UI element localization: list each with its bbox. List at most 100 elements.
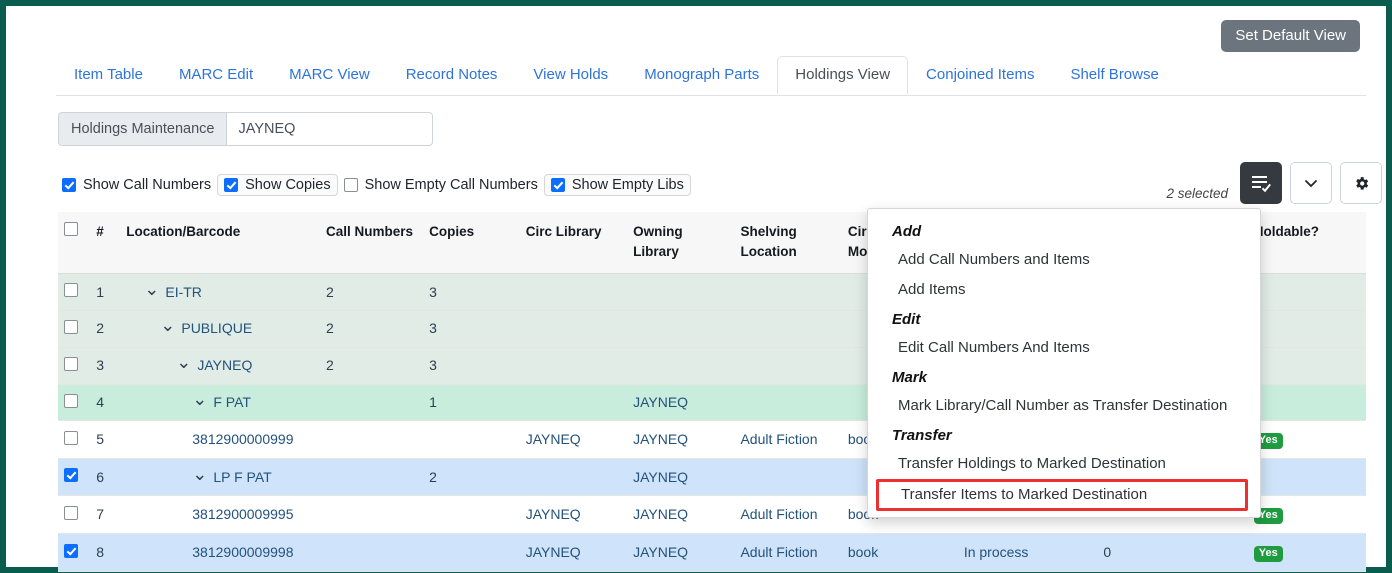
row-number: 3 — [90, 347, 121, 385]
extra-status-cell: In process — [957, 533, 1098, 573]
checkbox-icon[interactable] — [224, 178, 239, 192]
menu-item-transfer-items-to-marked-destination[interactable]: Transfer Items to Marked Destination — [876, 479, 1248, 511]
row-checkbox[interactable] — [64, 430, 78, 445]
tab-bar: Item Table MARC Edit MARC View Record Notes… — [56, 56, 1366, 96]
copies-cell — [423, 495, 520, 535]
chevron-down-icon[interactable]: ⌄ — [160, 316, 175, 334]
holdings-search-input[interactable] — [226, 112, 434, 146]
filter-show-empty-libs[interactable]: Show Empty Libs — [543, 174, 691, 196]
location-barcode-text: 3812900009998 — [192, 544, 294, 561]
tab-monograph-parts[interactable]: Monograph Parts — [626, 56, 777, 94]
column-header: Copies — [423, 212, 520, 275]
list-check-icon — [1252, 176, 1271, 193]
location-barcode-cell[interactable]: 3812900000999 — [120, 420, 320, 460]
location-barcode-cell[interactable]: ⌄ LP F PAT — [120, 458, 320, 497]
row-checkbox[interactable] — [64, 319, 78, 334]
chevron-down-icon[interactable]: ⌄ — [144, 280, 159, 298]
filter-label: Show Empty Call Numbers — [364, 177, 538, 193]
tab-shelf-browse[interactable]: Shelf Browse — [1052, 56, 1176, 94]
shelving-location-cell — [734, 347, 842, 385]
owning-library-cell — [627, 273, 735, 311]
shelving-location-cell — [734, 458, 842, 497]
holdings-maintenance-label: Holdings Maintenance — [58, 112, 227, 146]
set-default-view-button[interactable]: Set Default View — [1221, 20, 1360, 52]
row-checkbox[interactable] — [64, 283, 78, 298]
tab-holdings-view[interactable]: Holdings View — [777, 56, 909, 94]
actions-dropdown-toggle[interactable] — [1290, 162, 1332, 204]
menu-item-add-call-numbers-and-items[interactable]: Add Call Numbers and Items — [868, 245, 1260, 275]
chevron-down-icon — [1305, 180, 1317, 188]
location-barcode-text: F PAT — [213, 394, 251, 411]
tab-marc-view[interactable]: MARC View — [271, 56, 388, 94]
filter-label: Show Copies — [245, 177, 331, 193]
circ-library-cell — [519, 310, 628, 348]
row-number: 7 — [90, 495, 121, 535]
copies-cell: 3 — [423, 347, 520, 385]
shelving-location-cell — [734, 273, 842, 311]
row-checkbox[interactable] — [64, 356, 78, 371]
location-barcode-cell[interactable]: ⌄ EI-TR — [120, 273, 320, 311]
menu-group-heading: Add — [892, 223, 922, 240]
menu-item-mark-library-call-number-as-transfer-destination[interactable]: Mark Library/Call Number as Transfer Des… — [868, 391, 1260, 421]
tab-conjoined-items[interactable]: Conjoined Items — [908, 56, 1052, 94]
location-barcode-cell[interactable]: ⌄ PUBLIQUE — [120, 310, 320, 348]
select-all-checkbox[interactable] — [64, 222, 78, 236]
holdable-badge: Yes — [1253, 546, 1283, 563]
call-numbers-cell — [320, 495, 424, 535]
table-row[interactable]: 8 3812900009998 JAYNEQ JAYNEQ Adult Fiction b… — [58, 533, 1366, 573]
row-checkbox[interactable] — [64, 505, 78, 520]
shelving-location-cell: Adult Fiction — [734, 495, 842, 535]
checkbox-icon[interactable] — [550, 178, 565, 192]
menu-item-transfer-holdings-to-marked-destination[interactable]: Transfer Holdings to Marked Destination — [868, 449, 1260, 479]
call-numbers-cell — [320, 420, 424, 460]
chevron-down-icon[interactable]: ⌄ — [192, 465, 207, 483]
tab-view-holds[interactable]: View Holds — [515, 56, 626, 94]
holdable-cell: Yes — [1247, 420, 1366, 460]
column-header: Location/Barcode — [120, 212, 320, 275]
copies-cell: 3 — [423, 273, 520, 311]
holdable-cell — [1247, 384, 1366, 422]
actions-dropdown-menu[interactable]: Add Add Call Numbers and Items Add Items Ed… — [867, 208, 1261, 518]
column-header: Holdable? — [1247, 212, 1366, 275]
menu-item-add-items[interactable]: Add Items — [868, 275, 1260, 305]
owning-library-cell — [627, 310, 735, 348]
filter-show-copies[interactable]: Show Copies — [217, 174, 338, 196]
owning-library-cell: JAYNEQ — [627, 458, 735, 497]
menu-item-edit-call-numbers-and-items[interactable]: Edit Call Numbers And Items — [868, 333, 1260, 363]
tab-record-notes[interactable]: Record Notes — [388, 56, 516, 94]
chevron-down-icon[interactable]: ⌄ — [176, 353, 191, 371]
filter-show-empty-call-numbers[interactable]: Show Empty Call Numbers — [340, 175, 542, 195]
holdable-cell — [1247, 273, 1366, 311]
holdable-cell — [1247, 458, 1366, 497]
checkbox-icon[interactable] — [343, 178, 358, 192]
chevron-down-icon[interactable]: ⌄ — [192, 390, 207, 408]
row-checkbox[interactable] — [64, 393, 78, 408]
column-header: # — [90, 212, 121, 275]
row-number: 5 — [90, 420, 121, 460]
location-barcode-text: JAYNEQ — [197, 357, 253, 374]
location-barcode-cell[interactable]: ⌄ F PAT — [120, 384, 320, 422]
circ-library-cell: JAYNEQ — [519, 420, 628, 460]
tab-item-table[interactable]: Item Table — [56, 56, 161, 94]
filter-show-call-numbers[interactable]: Show Call Numbers — [58, 175, 215, 195]
actions-menu-button[interactable] — [1240, 162, 1282, 204]
owning-library-cell: JAYNEQ — [627, 495, 735, 535]
tab-marc-edit[interactable]: MARC Edit — [161, 56, 271, 94]
checkbox-icon[interactable] — [62, 178, 76, 192]
row-select-cell — [58, 458, 91, 497]
row-checkbox[interactable] — [64, 468, 78, 483]
circulation-modifier-cell: book — [841, 533, 958, 573]
location-barcode-cell[interactable]: 3812900009998 — [120, 533, 320, 573]
column-header: Circ Library — [519, 212, 628, 275]
location-barcode-cell[interactable]: ⌄ JAYNEQ — [120, 347, 320, 385]
row-number: 1 — [90, 273, 121, 311]
row-select-cell — [58, 310, 91, 348]
row-checkbox[interactable] — [64, 543, 78, 558]
circ-library-cell: JAYNEQ — [519, 533, 628, 573]
copies-cell — [423, 533, 520, 573]
gear-icon — [1355, 176, 1368, 190]
column-header: Owning Library — [627, 212, 735, 275]
location-barcode-cell[interactable]: 3812900009995 — [120, 495, 320, 535]
column-settings-button[interactable] — [1340, 162, 1382, 204]
row-select-cell — [58, 533, 91, 573]
